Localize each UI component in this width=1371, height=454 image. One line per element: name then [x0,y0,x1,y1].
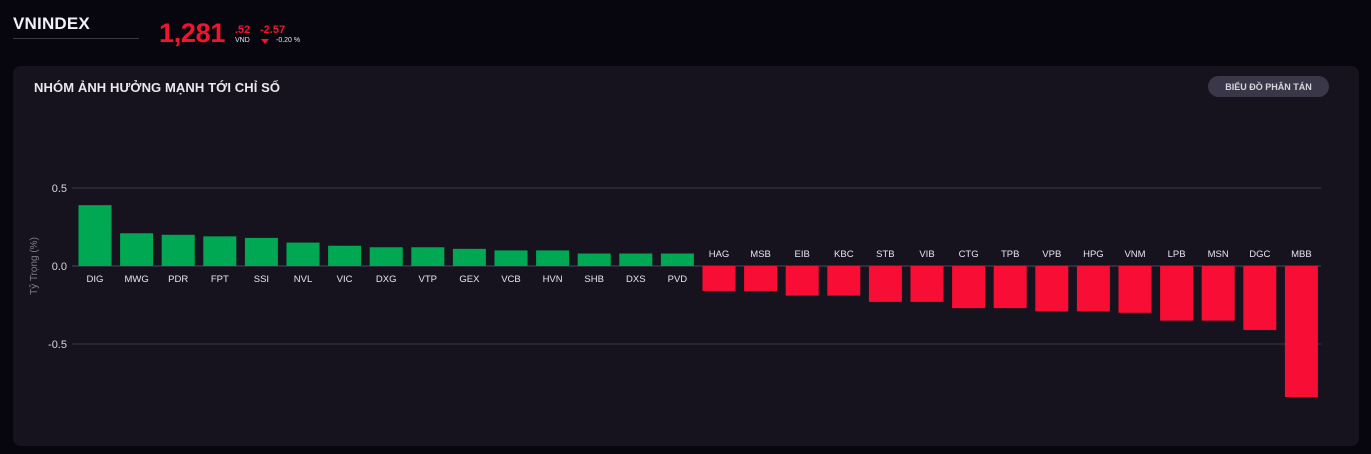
bar-dxs[interactable] [619,253,653,266]
bar-hpg[interactable] [1076,266,1110,312]
influence-bar-chart: 0.5 0.0 -0.5 Tỷ Trọng (%) DIG MWG PDR FPT SSI NVL… [28,183,1321,398]
y-tick-label: 0.5 [52,183,67,195]
x-tick-label: GEX [459,274,480,285]
index-underline [13,38,139,39]
x-tick-label: VPB [1042,249,1061,260]
bar-msb[interactable] [744,266,778,291]
x-tick-label: SSI [254,274,269,285]
bar-vcb[interactable] [494,250,528,266]
x-tick-label: HAG [709,249,730,260]
x-tick-label: VNM [1124,249,1145,260]
index-price-decimal: .52 [235,24,251,36]
x-tick-label: HPG [1083,249,1104,260]
x-tick-label: MBB [1291,249,1312,260]
y-axis-label: Tỷ Trọng (%) [28,237,40,295]
x-tick-label: VIC [337,274,353,285]
y-tick-label: 0.0 [52,261,67,273]
y-tick-label: -0.5 [48,339,67,351]
bar-msn[interactable] [1201,266,1235,321]
bar-vtp[interactable] [411,247,445,266]
bar-gex[interactable] [452,248,486,266]
bar-mwg[interactable] [120,233,154,266]
x-tick-label: EIB [795,249,810,260]
bar-tpb[interactable] [993,266,1027,309]
currency-label: VND [235,37,250,44]
bar-dgc[interactable] [1243,266,1277,330]
bar-ctg[interactable] [952,266,986,309]
x-tick-label: DXG [376,274,397,285]
index-price: 1,281 [159,18,226,48]
x-tick-label: DGC [1249,249,1270,260]
x-tick-label: SHB [584,274,604,285]
x-tick-label: MSN [1208,249,1229,260]
x-tick-label: KBC [834,249,854,260]
x-tick-label: DXS [626,274,646,285]
x-tick-label: VTP [419,274,437,285]
index-header: VNINDEX 1,281 .52 VND -2.57 -0.20 % [0,0,1371,60]
bar-fpt[interactable] [203,236,237,266]
bar-hvn[interactable] [536,250,570,266]
influence-panel: NHÓM ẢNH HƯỞNG MẠNH TỚI CHỈ SỐ BIỂU ĐỒ P… [13,66,1359,446]
bar-vnm[interactable] [1118,266,1152,313]
x-tick-label: LPB [1168,249,1186,260]
x-tick-label: DIG [87,274,104,285]
bar-mbb[interactable] [1284,266,1318,398]
bar-hag[interactable] [702,266,736,291]
index-change-abs: -2.57 [260,24,286,36]
x-tick-label: HVN [543,274,563,285]
bar-pdr[interactable] [161,234,195,266]
x-tick-label: VIB [919,249,934,260]
bar-nvl[interactable] [286,242,320,266]
x-tick-label: MWG [124,274,148,285]
bar-ssi[interactable] [244,237,278,266]
bar-dig[interactable] [78,205,112,266]
x-tick-label: STB [876,249,894,260]
bar-dxg[interactable] [369,247,403,266]
x-tick-label: PVD [668,274,688,285]
down-arrow-icon [261,39,269,44]
bar-lpb[interactable] [1160,266,1194,321]
bar-kbc[interactable] [827,266,861,296]
bar-shb[interactable] [577,253,611,266]
x-tick-label: TPB [1001,249,1019,260]
bar-eib[interactable] [785,266,819,296]
bar-stb[interactable] [868,266,902,302]
bar-vic[interactable] [328,245,362,266]
x-tick-label: MSB [750,249,771,260]
bar-pvd[interactable] [660,253,694,266]
bar-vpb[interactable] [1035,266,1069,312]
index-change-pct: -0.20 % [276,37,301,44]
x-tick-label: CTG [959,249,979,260]
x-tick-label: VCB [501,274,521,285]
x-tick-label: PDR [168,274,188,285]
x-tick-label: NVL [294,274,312,285]
x-tick-label: FPT [211,274,229,285]
bar-vib[interactable] [910,266,944,302]
index-name[interactable]: VNINDEX [13,14,90,34]
